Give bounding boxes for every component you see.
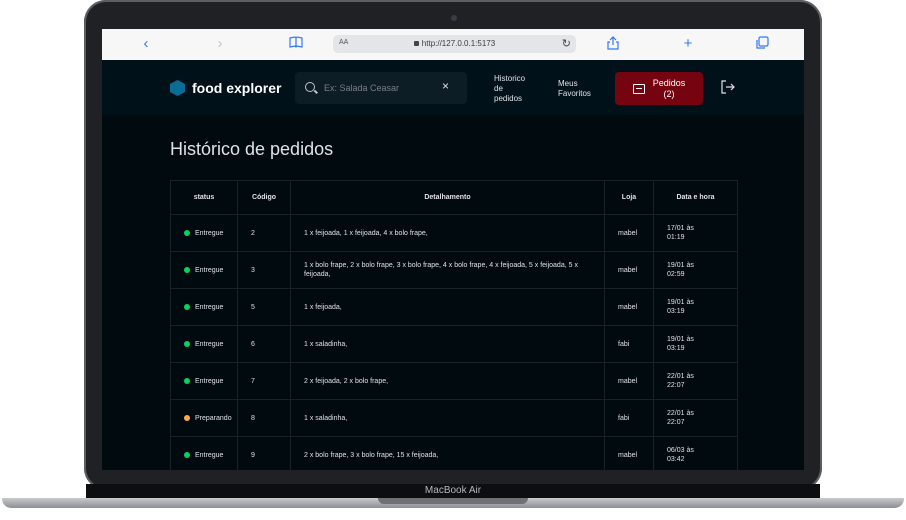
column-header-status: status — [170, 180, 238, 215]
table-row[interactable]: Entregue 6 1 x saladinha, fabi 19/01 às 0… — [170, 325, 738, 363]
table-row[interactable]: Entregue 7 2 x feijoada, 2 x bolo frape,… — [170, 362, 738, 400]
column-header-details: Detalhamento — [290, 180, 605, 215]
app-header: food explorer Ex: Salada Ceasar × Histor… — [102, 60, 804, 115]
column-header-datetime: Data e hora — [653, 180, 738, 215]
store-cell: mabel — [604, 214, 654, 252]
table-row[interactable]: Entregue 5 1 x feijoada, mabel 19/01 às 0… — [170, 288, 738, 326]
datetime-cell: 19/01 às 03:19 — [653, 325, 738, 363]
code-cell: 5 — [237, 288, 291, 326]
store-cell: fabi — [604, 325, 654, 363]
plus-icon[interactable]: + — [680, 36, 696, 52]
status-cell: Entregue — [170, 362, 238, 400]
chevron-left-icon[interactable]: ‹ — [138, 36, 154, 52]
table-row[interactable]: Entregue 9 2 x bolo frape, 3 x bolo frap… — [170, 436, 738, 470]
table-row[interactable]: Entregue 2 1 x feijoada, 1 x feijoada, 4… — [170, 214, 738, 252]
search-field[interactable]: Ex: Salada Ceasar × — [295, 72, 467, 104]
code-cell: 2 — [237, 214, 291, 252]
hexagon-logo-icon — [170, 80, 185, 96]
code-cell: 8 — [237, 399, 291, 437]
code-cell: 9 — [237, 436, 291, 470]
store-cell: mabel — [604, 436, 654, 470]
orders-table: status Código Detalhamento Loja Data e h… — [170, 180, 738, 470]
datetime-cell: 17/01 às 01:19 — [653, 214, 738, 252]
detail-cell: 2 x feijoada, 2 x bolo frape, — [290, 362, 605, 400]
status-dot-icon — [184, 229, 190, 236]
store-cell: mabel — [604, 362, 654, 400]
datetime-cell: 06/03 às 03:42 — [653, 436, 738, 470]
laptop-notch — [378, 498, 528, 504]
search-icon — [305, 82, 315, 92]
reload-icon[interactable]: ↻ — [562, 37, 571, 50]
detail-cell: 1 x saladinha, — [290, 399, 605, 437]
column-header-store: Loja — [604, 180, 654, 215]
store-cell: mabel — [604, 288, 654, 326]
detail-cell: 1 x saladinha, — [290, 325, 605, 363]
address-bar[interactable]: AA http://127.0.0.1:5173 ↻ — [333, 35, 576, 53]
status-cell: Entregue — [170, 325, 238, 363]
device-label: MacBook Air — [424, 485, 482, 496]
nav-order-history[interactable]: Historico de pedidos — [494, 74, 525, 104]
code-cell: 7 — [237, 362, 291, 400]
nav-favorites[interactable]: Meus Favoritos — [558, 79, 591, 99]
tabs-icon[interactable] — [754, 36, 770, 52]
detail-cell: 1 x feijoada, — [290, 288, 605, 326]
share-icon[interactable] — [605, 36, 621, 52]
store-cell: fabi — [604, 399, 654, 437]
status-cell: Entregue — [170, 288, 238, 326]
table-row[interactable]: Entregue 3 1 x bolo frape, 2 x bolo frap… — [170, 251, 738, 289]
lock-icon — [413, 41, 419, 46]
status-dot-icon — [184, 414, 190, 421]
orders-label: Pedidos — [652, 78, 686, 88]
datetime-cell: 19/01 às 03:19 — [653, 288, 738, 326]
table-header-row: status Código Detalhamento Loja Data e h… — [170, 180, 738, 215]
camera-icon — [451, 15, 457, 21]
detail-cell: 1 x bolo frape, 2 x bolo frape, 3 x bolo… — [290, 251, 605, 289]
detail-cell: 2 x bolo frape, 3 x bolo frape, 15 x fei… — [290, 436, 605, 470]
logout-icon[interactable] — [721, 80, 735, 94]
status-dot-icon — [184, 303, 190, 310]
store-cell: mabel — [604, 251, 654, 289]
close-icon[interactable]: × — [442, 79, 449, 93]
receipt-icon — [633, 84, 645, 94]
orders-button[interactable]: Pedidos (2) — [615, 72, 703, 105]
status-cell: Entregue — [170, 214, 238, 252]
status-dot-icon — [184, 377, 190, 384]
book-icon[interactable] — [288, 36, 304, 52]
datetime-cell: 19/01 às 02:59 — [653, 251, 738, 289]
status-cell: Entregue — [170, 251, 238, 289]
status-cell: Entregue — [170, 436, 238, 470]
status-cell: Preparando — [170, 399, 238, 437]
column-header-code: Código — [237, 180, 291, 215]
search-input[interactable]: Ex: Salada Ceasar — [324, 83, 399, 93]
orders-count: (2) — [663, 89, 675, 99]
code-cell: 3 — [237, 251, 291, 289]
code-cell: 6 — [237, 325, 291, 363]
browser-toolbar: ‹ › AA http://127.0.0.1:5173 ↻ + — [102, 29, 804, 61]
datetime-cell: 22/01 às 22:07 — [653, 399, 738, 437]
status-dot-icon — [184, 451, 190, 458]
table-row[interactable]: Preparando 8 1 x saladinha, fabi 22/01 à… — [170, 399, 738, 437]
detail-cell: 1 x feijoada, 1 x feijoada, 4 x bolo fra… — [290, 214, 605, 252]
page-title: Histórico de pedidos — [170, 139, 334, 159]
brand-name[interactable]: food explorer — [192, 80, 281, 96]
url-text: http://127.0.0.1:5173 — [421, 39, 496, 48]
status-dot-icon — [184, 340, 190, 347]
datetime-cell: 22/01 às 22:07 — [653, 362, 738, 400]
chevron-right-icon[interactable]: › — [212, 36, 228, 52]
status-dot-icon — [184, 266, 190, 273]
screen: ‹ › AA http://127.0.0.1:5173 ↻ + food ex… — [102, 29, 804, 470]
